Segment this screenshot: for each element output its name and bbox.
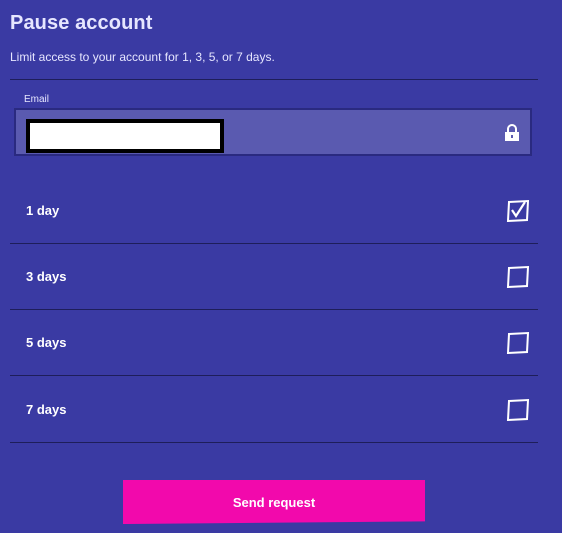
- option-divider: [10, 375, 538, 376]
- checkbox-icon[interactable]: [506, 265, 530, 289]
- email-field[interactable]: [14, 108, 532, 156]
- option-5-days[interactable]: 5 days: [10, 310, 538, 376]
- email-label: Email: [24, 94, 50, 105]
- option-label: 7 days: [26, 402, 67, 417]
- option-3-days[interactable]: 3 days: [10, 244, 538, 310]
- option-1-day[interactable]: 1 day: [10, 178, 538, 244]
- checkbox-checked-icon[interactable]: [506, 199, 530, 223]
- option-label: 1 day: [26, 203, 60, 218]
- page-subtitle: Limit access to your account for 1, 3, 5…: [10, 50, 275, 64]
- header-divider: [10, 79, 538, 80]
- page-title: Pause account: [10, 12, 153, 34]
- checkbox-icon[interactable]: [506, 398, 530, 422]
- option-label: 5 days: [26, 335, 67, 350]
- email-input[interactable]: [26, 119, 224, 153]
- send-request-button[interactable]: Send request: [123, 480, 425, 524]
- pause-account-panel: Pause account Limit access to your accou…: [10, 0, 538, 533]
- option-7-days[interactable]: 7 days: [10, 377, 538, 443]
- option-label: 3 days: [26, 269, 67, 284]
- checkbox-icon[interactable]: [506, 331, 530, 355]
- lock-icon: [505, 124, 519, 141]
- option-divider: [10, 442, 538, 443]
